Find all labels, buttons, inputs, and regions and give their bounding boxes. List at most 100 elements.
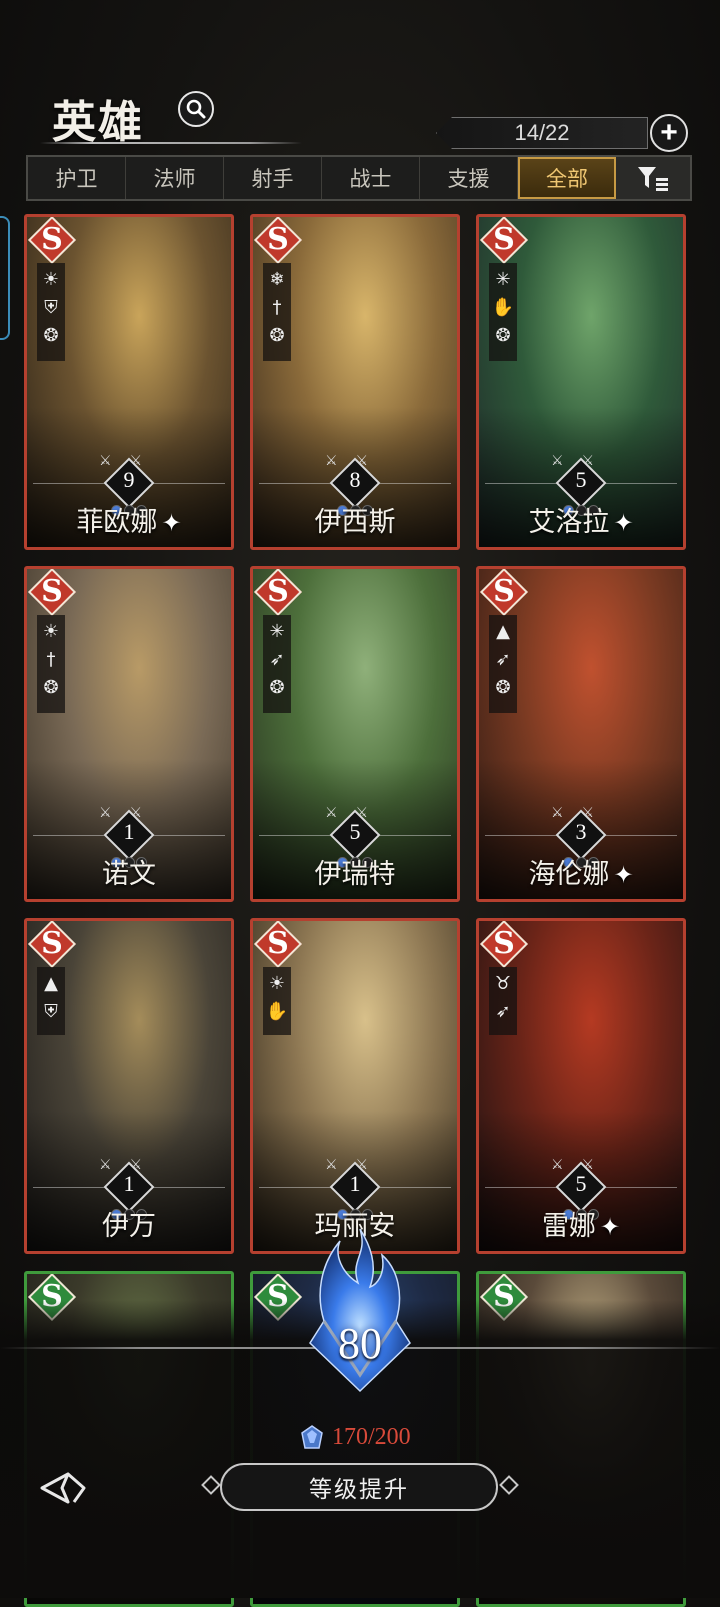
- hero-card[interactable]: S✳➶❂ ⚔⚔ 5 伊瑞特: [250, 566, 460, 902]
- resource-indicator: 170/200: [300, 1424, 440, 1451]
- hero-level: 5: [575, 1171, 587, 1196]
- rank-letter: S: [493, 926, 515, 961]
- hero-level: 1: [349, 1171, 361, 1196]
- hero-name: 菲欧娜: [76, 507, 158, 538]
- tab-mage[interactable]: 法师: [126, 157, 224, 199]
- back-arrow-icon: [40, 1472, 86, 1504]
- hero-trait-icons: ✳ ➶ ❂: [263, 615, 291, 713]
- crest-icon: ❂: [495, 677, 511, 698]
- rank-letter: S: [41, 222, 63, 257]
- hero-name: 雷娜: [541, 1211, 596, 1242]
- filter-icon: [638, 167, 668, 191]
- crest-icon: ❂: [495, 325, 511, 346]
- burst-icon: ✳: [269, 621, 285, 642]
- hero-name: 诺文: [102, 859, 156, 890]
- crest-icon: ❂: [43, 677, 59, 698]
- hero-name-row: 雷娜 ✦: [479, 1204, 683, 1243]
- hero-name-row: 菲欧娜 ✦: [27, 500, 231, 539]
- level-flame-emblem: [290, 1225, 430, 1395]
- hero-level: 8: [349, 467, 361, 492]
- player-level: 80: [338, 1319, 382, 1368]
- hero-trait-icons: ✳ ✋ ❂: [489, 263, 517, 361]
- snowflake-icon: ❄: [269, 269, 285, 290]
- title-underline: [40, 142, 302, 144]
- hero-level: 9: [123, 467, 135, 492]
- awakened-star-icon: ✦: [613, 509, 634, 537]
- hero-level: 1: [123, 819, 135, 844]
- hero-count: 14/22: [436, 117, 648, 149]
- tab-all[interactable]: 全部: [518, 157, 616, 199]
- triangle-icon: ▲: [44, 973, 58, 994]
- crest-icon: ❂: [43, 325, 59, 346]
- rank-letter: S: [267, 926, 289, 961]
- tab-support[interactable]: 支援: [420, 157, 518, 199]
- search-icon: [186, 99, 206, 119]
- tab-warrior[interactable]: 战士: [322, 157, 420, 199]
- crest-icon: ❂: [269, 325, 285, 346]
- hero-trait-icons: ▲ ⛨: [37, 967, 65, 1035]
- hero-card[interactable]: S▲➶❂ ⚔⚔ 3 海伦娜✦: [476, 566, 686, 902]
- back-button[interactable]: [38, 1468, 90, 1508]
- hero-level: 5: [349, 819, 361, 844]
- hero-level: 5: [575, 467, 587, 492]
- hero-name-row: 伊西斯: [253, 500, 457, 539]
- hero-card[interactable]: S♉➶ ⚔⚔ 5 雷娜✦: [476, 918, 686, 1254]
- horns-icon: ♉: [494, 973, 512, 994]
- hero-card[interactable]: S❄†❂ ⚔⚔ 8 伊西斯: [250, 214, 460, 550]
- hero-level: 1: [123, 1171, 135, 1196]
- hero-trait-icons: ♉ ➶: [489, 967, 517, 1035]
- hero-name-row: 诺文: [27, 852, 231, 891]
- crest-icon: ❂: [269, 677, 285, 698]
- hero-grid: S☀⛨❂ ⚔⚔ 9 菲欧娜✦S❄†❂ ⚔⚔ 8 伊西斯S✳✋❂ ⚔⚔ 5 艾洛拉…: [24, 214, 696, 1607]
- hero-name-row: 海伦娜 ✦: [479, 852, 683, 891]
- hero-trait-icons: ☀ ✋: [263, 967, 291, 1035]
- hero-trait-icons: ☀ † ❂: [37, 615, 65, 713]
- search-button[interactable]: [178, 91, 214, 127]
- bow-icon: ➶: [495, 649, 511, 670]
- flame-icon: [309, 1228, 411, 1393]
- hero-name: 伊瑞特: [314, 859, 396, 890]
- hero-name-row: 伊瑞特: [253, 852, 457, 891]
- awakened-star-icon: ✦: [613, 861, 634, 889]
- dagger-icon: †: [272, 297, 282, 318]
- bow-icon: ➶: [269, 649, 285, 670]
- hero-name-row: 艾洛拉 ✦: [479, 500, 683, 539]
- rank-letter: S: [493, 222, 515, 257]
- hero-name: 伊西斯: [314, 507, 396, 538]
- level-up-button[interactable]: 等级提升: [220, 1463, 498, 1511]
- burst-icon: ✳: [495, 269, 511, 290]
- hero-card[interactable]: S☀✋ ⚔⚔ 1 玛丽安: [250, 918, 460, 1254]
- tab-guard[interactable]: 护卫: [28, 157, 126, 199]
- palm-icon: ✋: [265, 1001, 289, 1022]
- filter-button[interactable]: [616, 157, 690, 199]
- page-title: 英雄: [52, 97, 144, 148]
- resource-value: 170/200: [332, 1424, 411, 1450]
- class-filter-tabs: 护卫 法师 射手 战士 支援 全部: [26, 155, 692, 201]
- hero-card[interactable]: S✳✋❂ ⚔⚔ 5 艾洛拉✦: [476, 214, 686, 550]
- shield-icon: ⛨: [44, 297, 58, 318]
- tab-archer[interactable]: 射手: [224, 157, 322, 199]
- plus-icon: +: [660, 116, 678, 149]
- hero-trait-icons: ❄ † ❂: [263, 263, 291, 361]
- hero-name-row: 伊万: [27, 1204, 231, 1243]
- rank-letter: S: [267, 574, 289, 609]
- shield-icon: ⛨: [44, 1001, 58, 1022]
- dagger-icon: †: [46, 649, 56, 670]
- sun-icon: ☀: [268, 973, 286, 994]
- sun-icon: ☀: [42, 269, 60, 290]
- gem-icon: [301, 1424, 323, 1449]
- awakened-star-icon: ✦: [161, 509, 182, 537]
- hero-card[interactable]: S☀†❂ ⚔⚔ 1 诺文: [24, 566, 234, 902]
- hero-card[interactable]: S▲⛨ ⚔⚔ 1 伊万: [24, 918, 234, 1254]
- rank-letter: S: [41, 926, 63, 961]
- hero-name: 海伦娜: [528, 859, 610, 890]
- rank-letter: S: [41, 574, 63, 609]
- hero-card[interactable]: S☀⛨❂ ⚔⚔ 9 菲欧娜✦: [24, 214, 234, 550]
- awakened-star-icon: ✦: [599, 1213, 621, 1241]
- hero-name: 伊万: [102, 1211, 156, 1242]
- palm-icon: ✋: [491, 297, 515, 318]
- bow-icon: ➶: [495, 1001, 511, 1022]
- side-tab-marker: [0, 216, 10, 340]
- add-hero-slot-button[interactable]: +: [650, 114, 688, 152]
- hero-name: 艾洛拉: [528, 507, 610, 538]
